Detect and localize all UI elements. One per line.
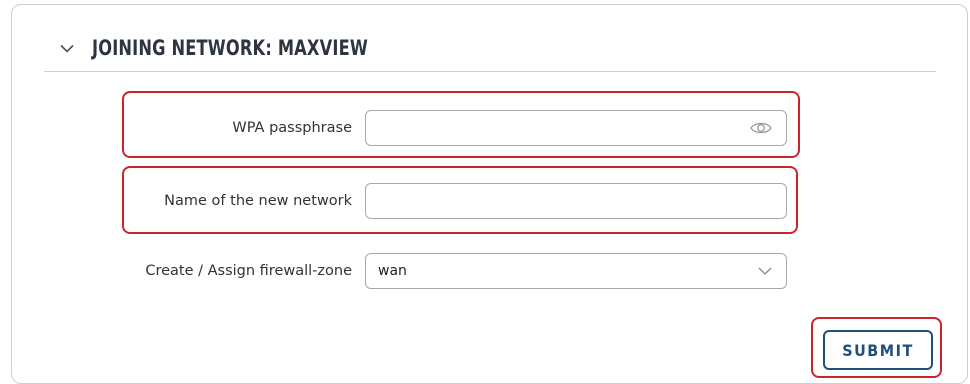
section-header[interactable]: JOINING NETWORK: MAXVIEW (56, 30, 413, 66)
wpa-passphrase-field[interactable] (365, 110, 787, 146)
firewall-zone-select[interactable]: wan (365, 253, 787, 289)
network-name-field[interactable] (365, 183, 787, 219)
wpa-passphrase-label: WPA passphrase (232, 120, 352, 136)
firewall-zone-label: Create / Assign firewall-zone (145, 263, 352, 279)
chevron-down-icon (756, 262, 774, 280)
network-name-input[interactable] (378, 184, 774, 218)
network-name-row: Name of the new network (0, 171, 970, 231)
firewall-zone-value: wan (378, 263, 407, 279)
network-name-label: Name of the new network (164, 193, 352, 209)
wpa-passphrase-input[interactable] (378, 111, 748, 145)
section-title: JOINING NETWORK: MAXVIEW (92, 36, 368, 60)
firewall-zone-row: Create / Assign firewall-zone wan (0, 241, 970, 301)
wpa-passphrase-row: WPA passphrase (0, 98, 970, 158)
section-divider (44, 71, 936, 72)
submit-button[interactable]: SUBMIT (823, 330, 933, 370)
eye-icon[interactable] (748, 118, 774, 138)
chevron-down-icon[interactable] (56, 37, 78, 59)
